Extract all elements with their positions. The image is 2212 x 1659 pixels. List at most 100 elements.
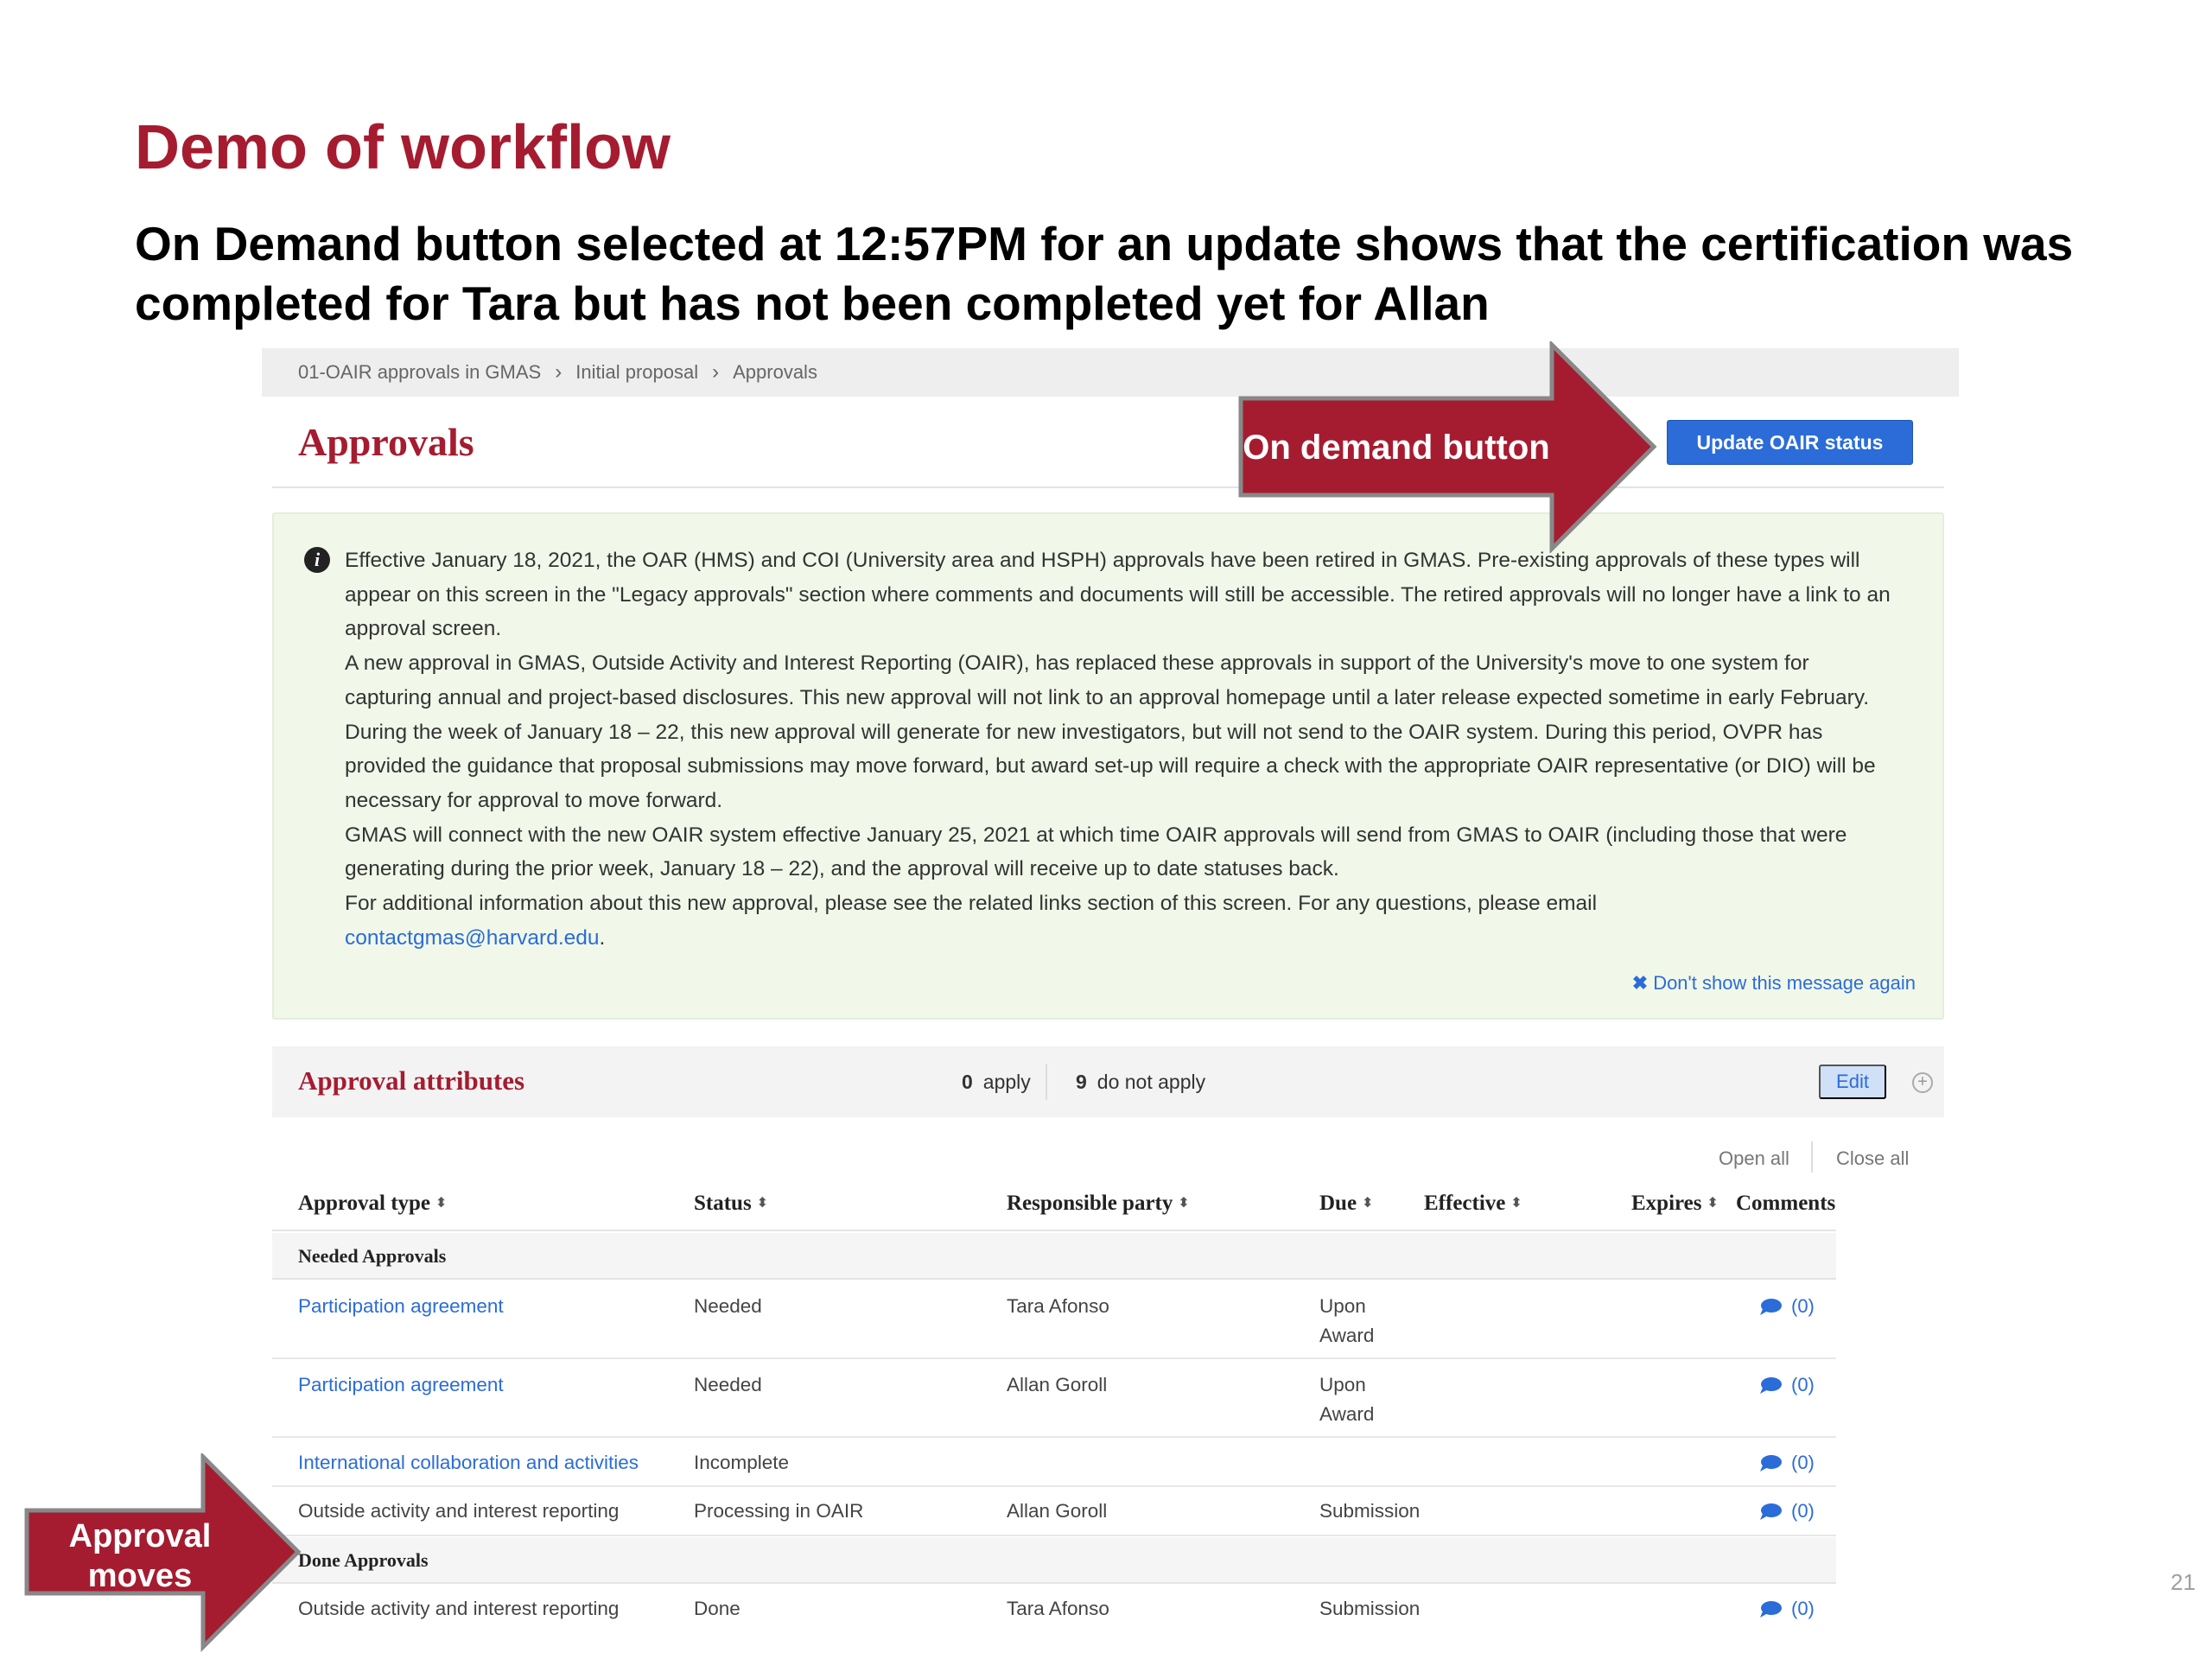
responsible-party-cell: Allan Goroll: [1007, 1500, 1108, 1522]
column-header-effective[interactable]: Effective ⬍: [1424, 1192, 1522, 1216]
approval-type-cell: Outside activity and interest reporting: [298, 1598, 620, 1619]
column-header-label: Due: [1319, 1192, 1357, 1215]
approval-type-cell: Outside activity and interest reporting: [298, 1500, 620, 1522]
breadcrumb-item-project[interactable]: 01-OAIR approvals in GMAS: [298, 361, 541, 384]
not-apply-count: 9 do not apply: [1076, 1071, 1205, 1094]
callout-approval-moves-line1: Approval: [69, 1518, 212, 1554]
table-row: Participation agreement Needed Tara Afon…: [272, 1281, 1836, 1359]
not-apply-label: do not apply: [1096, 1071, 1206, 1093]
close-all-link[interactable]: Close all: [1836, 1147, 1909, 1170]
slide-number: 21: [2171, 1569, 2196, 1595]
group-header-needed: Needed Approvals: [272, 1233, 1836, 1280]
status-cell: Needed: [694, 1295, 762, 1317]
email-suffix: .: [599, 925, 606, 950]
column-header-label: Expires: [1631, 1192, 1702, 1215]
callout-arrow-on-demand: On demand button: [1238, 341, 1657, 553]
due-cell: Upon: [1319, 1374, 1366, 1395]
column-header-responsible-party[interactable]: Responsible party ⬍: [1007, 1192, 1190, 1216]
group-label: Needed Approvals: [298, 1245, 447, 1267]
approval-type-link[interactable]: Participation agreement: [298, 1292, 504, 1321]
approval-type-link[interactable]: International collaboration and activiti…: [298, 1448, 639, 1478]
column-header-label: Responsible party: [1007, 1192, 1173, 1215]
status-cell: Done: [694, 1598, 741, 1619]
close-icon: ✖: [1631, 972, 1649, 994]
notice-paragraph: During the week of January 18 – 22, this…: [345, 720, 1876, 812]
notice-paragraph: For additional information about this ne…: [345, 892, 1598, 916]
column-header-label: Approval type: [298, 1192, 431, 1215]
dont-show-again-link[interactable]: ✖ Don't show this message again: [1632, 972, 1916, 995]
responsible-party-cell: Tara Afonso: [1007, 1295, 1109, 1317]
comment-icon: [1760, 1503, 1782, 1520]
breadcrumb-item-current: Approvals: [733, 361, 817, 383]
apply-label: apply: [982, 1071, 1031, 1093]
notice-panel: i Effective January 18, 2021, the OAR (H…: [272, 512, 1944, 1020]
open-close-divider: [1811, 1141, 1813, 1173]
callout-arrow-approval-moves: Approval moves: [24, 1453, 302, 1652]
table-row: Participation agreement Needed Allan Gor…: [272, 1360, 1836, 1438]
notice-paragraph: A new approval in GMAS, Outside Activity…: [345, 652, 1870, 709]
sort-icon: ⬍: [1178, 1194, 1190, 1211]
open-all-link[interactable]: Open all: [1719, 1147, 1789, 1170]
info-icon: i: [304, 547, 330, 573]
not-apply-count-value: 9: [1076, 1071, 1087, 1093]
sort-icon: ⬍: [756, 1194, 769, 1211]
column-header-comments: Comments: [1736, 1192, 1836, 1215]
apply-count-value: 0: [962, 1071, 973, 1093]
comments-count: (0): [1791, 1598, 1815, 1619]
callout-approval-moves-line2: moves: [88, 1558, 192, 1594]
due-cell: Submission: [1319, 1598, 1421, 1619]
approval-type-link[interactable]: Participation agreement: [298, 1370, 504, 1400]
notice-paragraph: Effective January 18, 2021, the OAR (HMS…: [345, 549, 1891, 641]
chevron-right-icon: ›: [555, 360, 563, 384]
comments-count: (0): [1791, 1295, 1815, 1317]
callout-on-demand-label: On demand button: [1243, 429, 1550, 467]
group-label: Done Approvals: [298, 1549, 429, 1571]
contact-email-link[interactable]: contactgmas@harvard.edu: [345, 926, 600, 950]
status-cell: Incomplete: [694, 1452, 790, 1473]
notice-email-line: contactgmas@harvard.edu.: [345, 921, 1900, 956]
comments-link[interactable]: (0): [1758, 1500, 1815, 1522]
table-row: Outside activity and interest reporting …: [272, 1586, 1836, 1634]
comments-link[interactable]: (0): [1758, 1295, 1815, 1318]
comments-count: (0): [1791, 1452, 1815, 1473]
approval-attributes-bar: Approval attributes 0 apply 9 do not apply…: [272, 1046, 1944, 1117]
sort-icon: ⬍: [1707, 1194, 1719, 1211]
table-row: Outside activity and interest reporting …: [272, 1488, 1836, 1536]
expand-plus-icon[interactable]: +: [1912, 1072, 1933, 1093]
page-title: Approvals: [298, 420, 474, 464]
header-divider: [272, 486, 1944, 488]
count-divider: [1046, 1064, 1047, 1100]
notice-text: Effective January 18, 2021, the OAR (HMS…: [345, 543, 1900, 955]
gmas-approvals-screen: 01-OAIR approvals in GMAS › Initial prop…: [262, 348, 1959, 1659]
column-header-approval-type[interactable]: Approval type ⬍: [298, 1192, 447, 1216]
due-cell: Award: [1319, 1325, 1375, 1346]
comment-icon: [1760, 1377, 1782, 1394]
comments-link[interactable]: (0): [1758, 1374, 1815, 1396]
table-header-row: Approval type ⬍ Status ⬍ Responsible party…: [272, 1186, 1836, 1231]
column-header-label: Status: [694, 1192, 752, 1215]
column-header-expires[interactable]: Expires ⬍: [1631, 1192, 1719, 1216]
column-header-due[interactable]: Due ⬍: [1319, 1192, 1373, 1216]
sort-icon: ⬍: [1362, 1194, 1374, 1211]
comment-icon: [1760, 1601, 1782, 1618]
comments-count: (0): [1791, 1500, 1815, 1522]
comment-icon: [1760, 1299, 1782, 1315]
comment-icon: [1760, 1455, 1782, 1471]
slide-title: Demo of workflow: [135, 113, 671, 182]
dont-show-again-label: Don't show this message again: [1653, 972, 1916, 994]
apply-count: 0 apply: [962, 1071, 1031, 1094]
column-header-status[interactable]: Status ⬍: [694, 1192, 768, 1216]
status-cell: Needed: [694, 1374, 762, 1395]
due-cell: Upon: [1319, 1295, 1366, 1317]
breadcrumb-item-proposal[interactable]: Initial proposal: [575, 361, 698, 384]
responsible-party-cell: Tara Afonso: [1007, 1598, 1109, 1619]
due-cell: Award: [1319, 1403, 1375, 1425]
group-header-done: Done Approvals: [272, 1537, 1836, 1584]
update-oair-status-button[interactable]: Update OAIR status: [1667, 420, 1913, 465]
chevron-right-icon: ›: [712, 360, 720, 384]
comments-link[interactable]: (0): [1758, 1452, 1815, 1474]
responsible-party-cell: Allan Goroll: [1007, 1374, 1108, 1395]
approval-attributes-title: Approval attributes: [298, 1065, 525, 1096]
comments-link[interactable]: (0): [1758, 1598, 1815, 1620]
edit-attributes-button[interactable]: Edit: [1819, 1065, 1886, 1099]
